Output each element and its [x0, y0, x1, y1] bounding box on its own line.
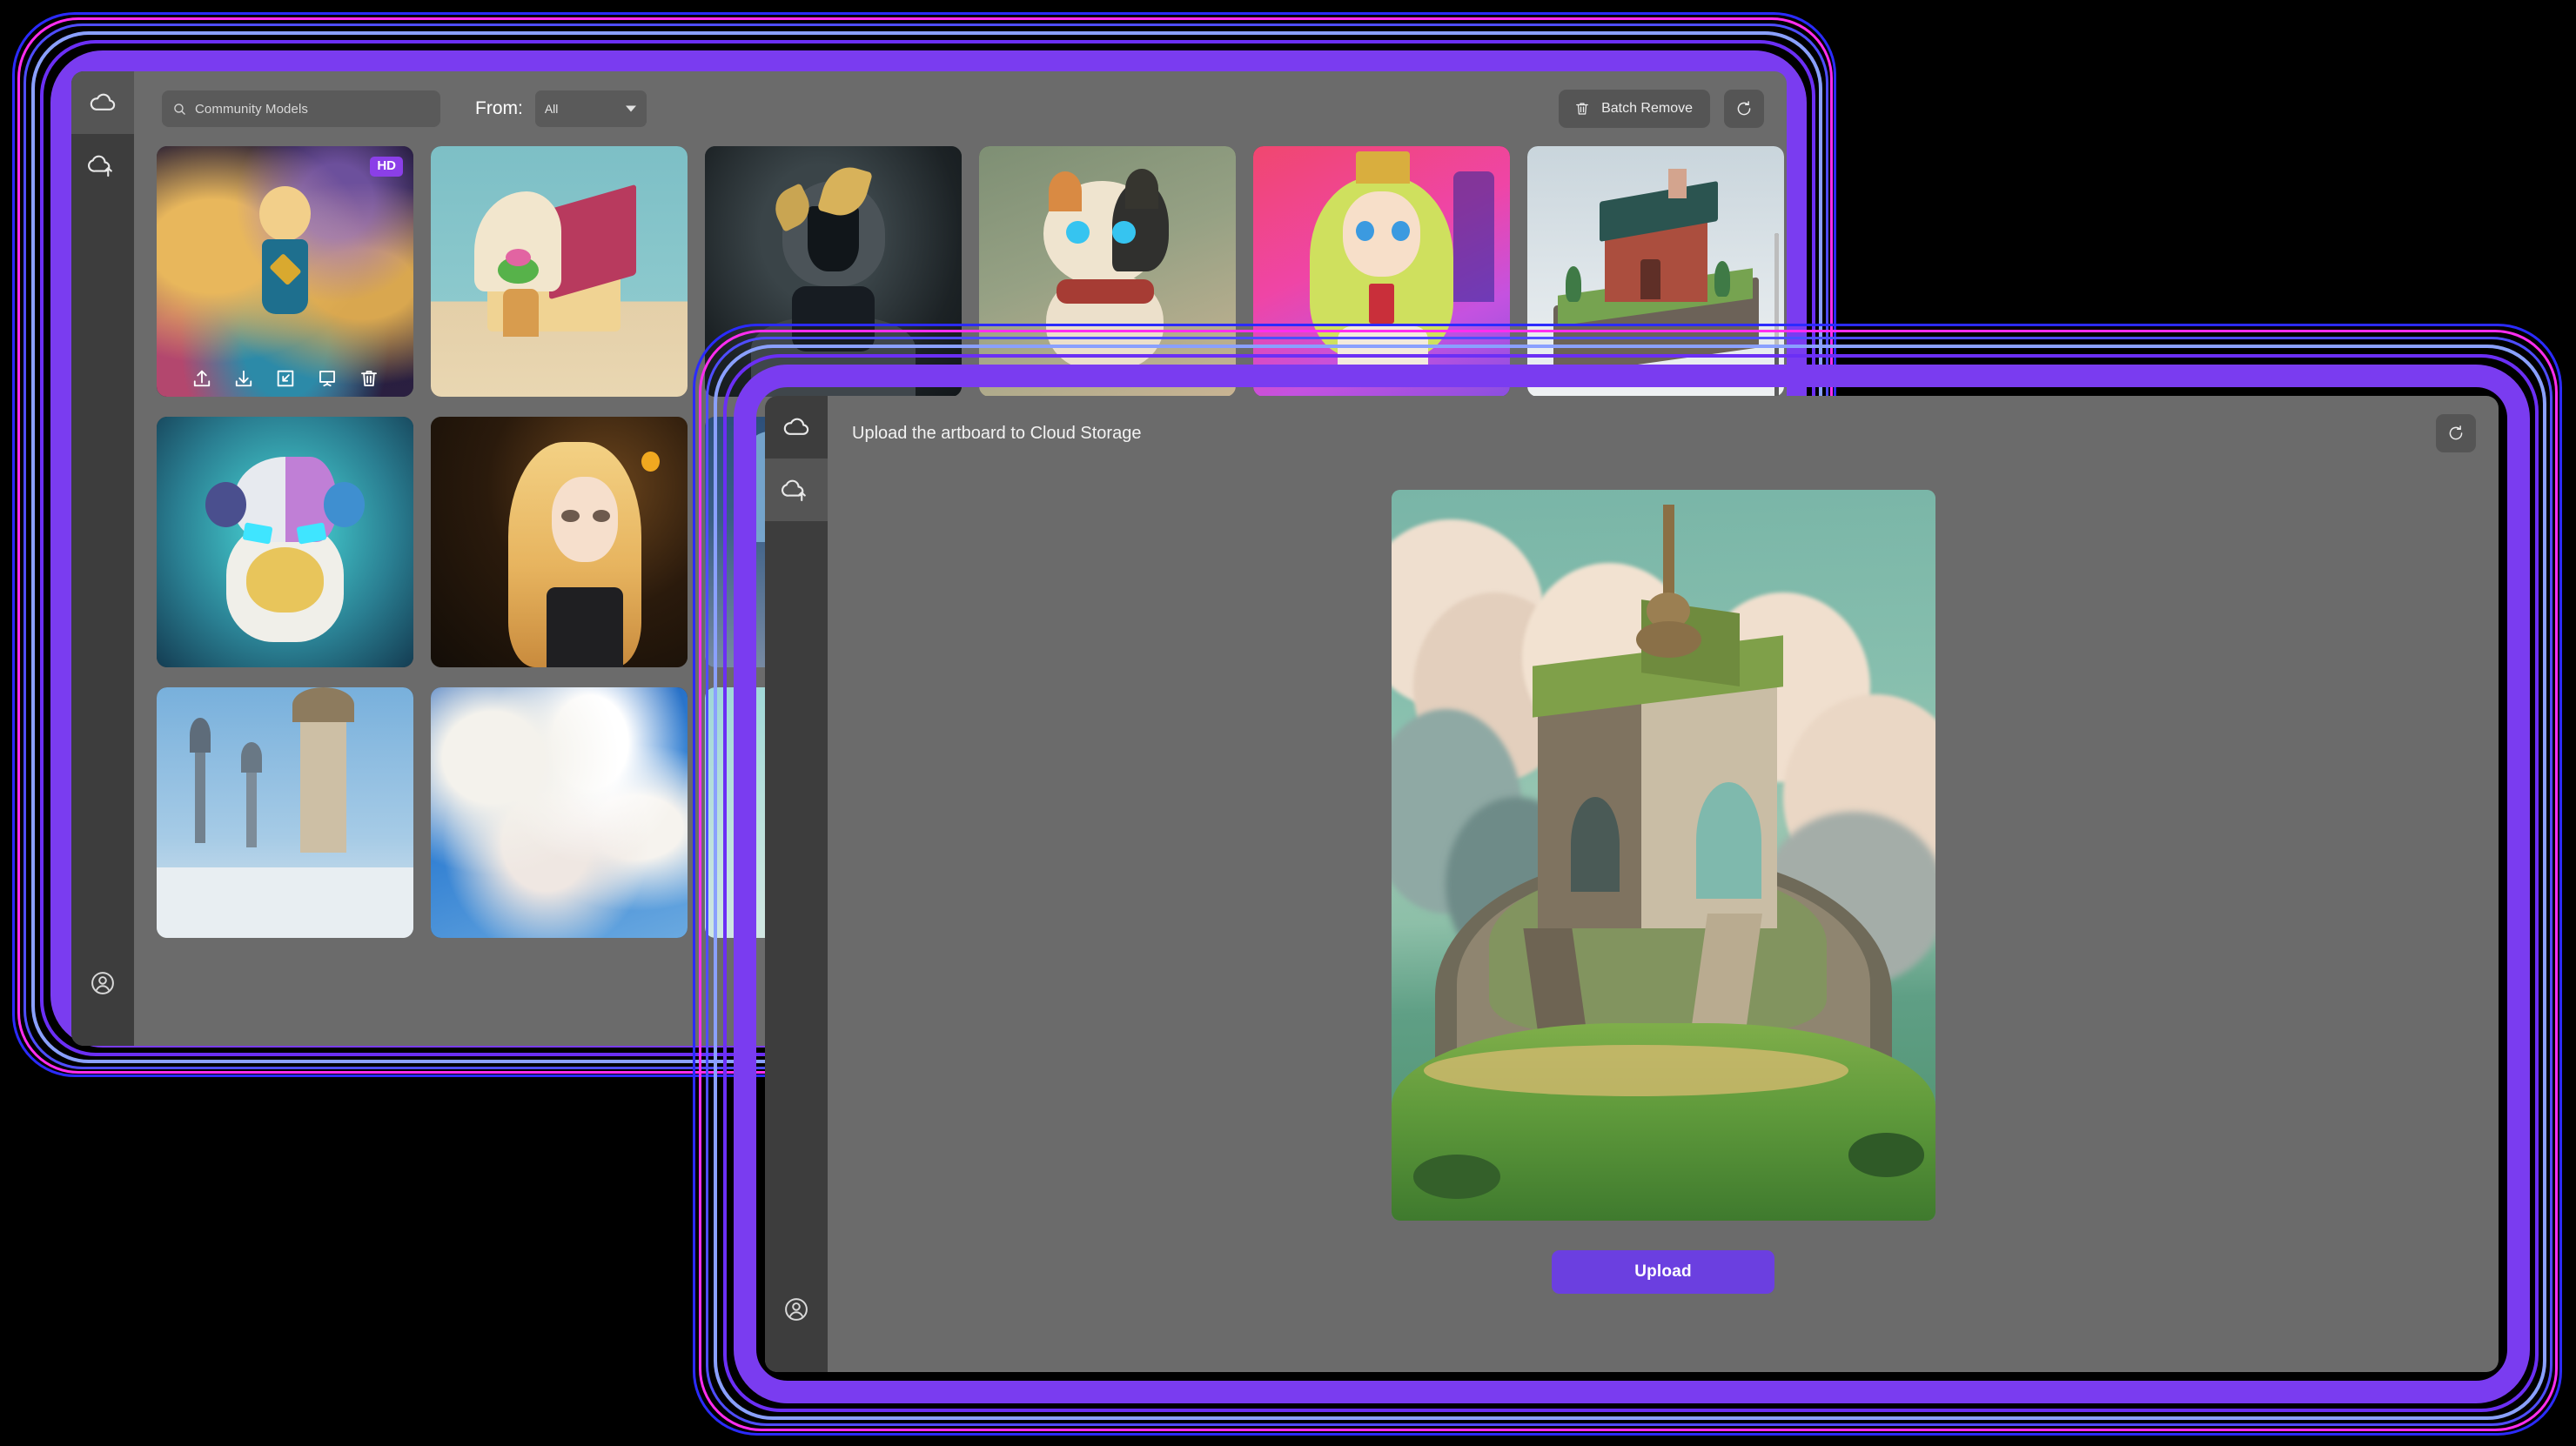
- model-thumbnail: [705, 146, 962, 397]
- cloud-icon: [88, 88, 117, 117]
- model-card[interactable]: [431, 417, 688, 667]
- model-thumbnail: [1527, 146, 1784, 397]
- screen: Community Models From: All Batch Remove …: [0, 0, 2576, 1446]
- trash-icon: [1573, 100, 1591, 117]
- search-input[interactable]: Community Models: [162, 90, 440, 127]
- model-card[interactable]: [979, 146, 1236, 397]
- model-card[interactable]: [157, 687, 413, 938]
- model-thumbnail: [1253, 146, 1510, 397]
- model-thumbnail: [157, 146, 413, 397]
- account-icon: [88, 968, 117, 998]
- cloud-upload-icon: [782, 475, 811, 505]
- delete-icon[interactable]: [358, 367, 380, 390]
- upload-icon[interactable]: [191, 367, 213, 390]
- sidebar-item-account[interactable]: [765, 1278, 828, 1341]
- artboard-preview[interactable]: [1391, 490, 1935, 1221]
- refresh-icon: [1734, 99, 1754, 118]
- browser-rail: [71, 71, 134, 1046]
- batch-remove-button[interactable]: Batch Remove: [1559, 90, 1710, 128]
- modal-header: Upload the artboard to Cloud Storage: [828, 396, 2499, 471]
- upload-modal-window: Upload the artboard to Cloud Storage Upl…: [765, 396, 2499, 1372]
- grid-scrollbar-thumb[interactable]: [1774, 233, 1779, 346]
- model-card[interactable]: [1527, 146, 1784, 397]
- browser-toolbar: Community Models From: All Batch Remove: [134, 71, 1787, 146]
- sidebar-item-cloud[interactable]: [765, 396, 828, 459]
- model-thumbnail: [431, 417, 688, 667]
- hd-badge: HD: [370, 157, 403, 177]
- model-card[interactable]: [1253, 146, 1510, 397]
- download-icon[interactable]: [232, 367, 255, 390]
- modal-title: Upload the artboard to Cloud Storage: [852, 423, 1142, 443]
- modal-refresh-button[interactable]: [2436, 414, 2476, 452]
- toolbar-actions: Batch Remove: [1559, 90, 1764, 128]
- cloud-icon: [782, 412, 811, 442]
- modal-content: Upload: [828, 471, 2499, 1372]
- account-icon: [782, 1295, 811, 1324]
- from-select-value: All: [544, 102, 559, 116]
- sidebar-item-account[interactable]: [71, 952, 134, 1014]
- from-select[interactable]: All: [534, 90, 647, 127]
- model-thumbnail: [979, 146, 1236, 397]
- chevron-down-icon: [625, 105, 636, 112]
- upload-button[interactable]: Upload: [1552, 1250, 1774, 1294]
- model-thumbnail: [157, 687, 413, 938]
- model-card[interactable]: [705, 146, 962, 397]
- sidebar-item-cloud-upload[interactable]: [765, 459, 828, 521]
- refresh-icon: [2446, 424, 2465, 443]
- from-label: From:: [475, 98, 523, 118]
- model-thumbnail: [431, 687, 688, 938]
- modal-body: Upload the artboard to Cloud Storage Upl…: [828, 396, 2499, 1372]
- modal-header-actions: [2436, 414, 2476, 452]
- model-card[interactable]: [157, 417, 413, 667]
- batch-remove-label: Batch Remove: [1601, 101, 1693, 116]
- refresh-button[interactable]: [1724, 90, 1764, 128]
- modal-rail: [765, 396, 828, 1372]
- sidebar-item-cloud[interactable]: [71, 71, 134, 134]
- sidebar-item-cloud-upload[interactable]: [71, 134, 134, 197]
- model-thumbnail: [431, 146, 688, 397]
- model-card[interactable]: HD: [157, 146, 413, 397]
- search-placeholder: Community Models: [195, 101, 308, 117]
- expand-icon[interactable]: [274, 367, 297, 390]
- model-card[interactable]: [431, 687, 688, 938]
- artboard-icon[interactable]: [316, 367, 339, 390]
- model-card[interactable]: [431, 146, 688, 397]
- model-thumbnail: [157, 417, 413, 667]
- cloud-upload-icon: [88, 151, 117, 180]
- card-hover-toolbar: [157, 367, 413, 390]
- search-icon: [172, 102, 187, 117]
